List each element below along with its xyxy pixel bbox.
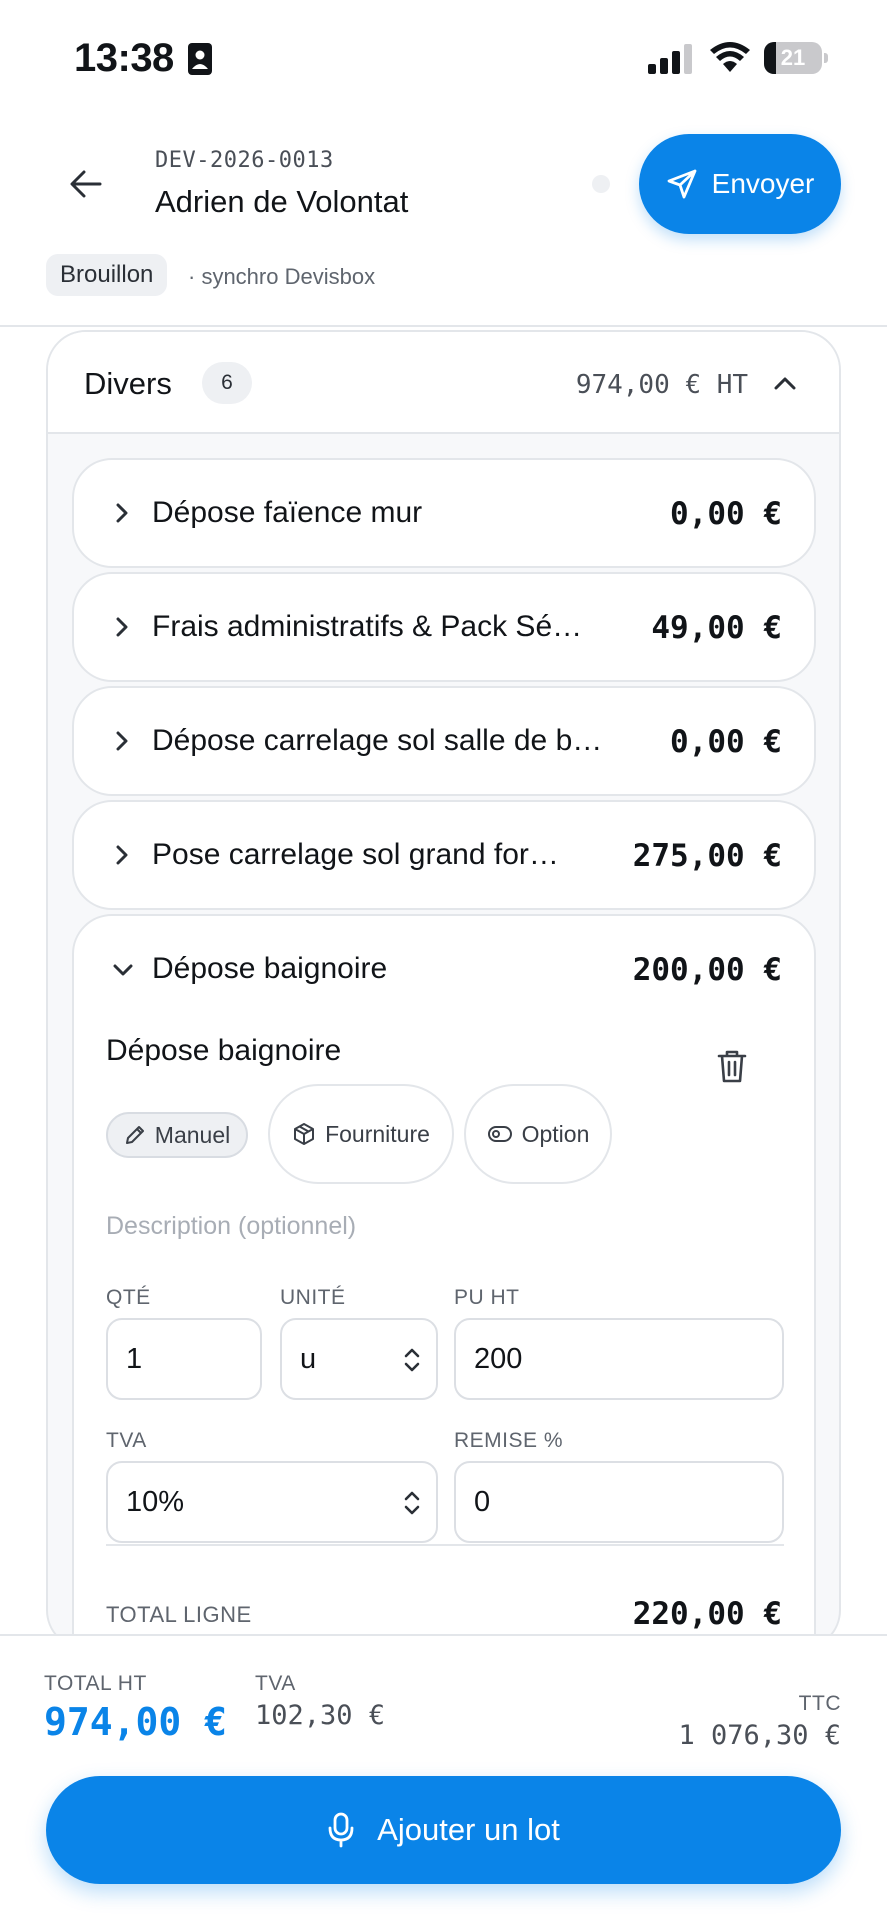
chevron-right-icon bbox=[116, 617, 128, 637]
sync-status-dot bbox=[592, 175, 610, 193]
chip-manuel-label: Manuel bbox=[154, 1121, 231, 1148]
line-row[interactable]: Pose carrelage sol grand for… 275,00 € bbox=[72, 800, 816, 910]
line-row[interactable]: Dépose carrelage sol salle de b… 0,00 € bbox=[72, 686, 816, 796]
line-label: Dépose faïence mur bbox=[152, 496, 423, 529]
ttc-label: TTC bbox=[798, 1692, 841, 1715]
tva-total-value: 102,30 € bbox=[255, 1700, 386, 1731]
chip-fourniture[interactable]: Fourniture bbox=[268, 1084, 454, 1184]
client-name: Adrien de Volontat bbox=[155, 184, 409, 219]
line-label: Pose carrelage sol grand for… bbox=[152, 838, 559, 871]
lot-header[interactable]: Divers 6 974,00 € HT bbox=[48, 332, 839, 434]
chip-option[interactable]: Option bbox=[464, 1084, 612, 1184]
unit-select[interactable]: u bbox=[280, 1318, 438, 1400]
line-amount: 200,00 € bbox=[632, 952, 782, 988]
total-ht-label: TOTAL HT bbox=[44, 1672, 147, 1695]
chip-fourniture-label: Fourniture bbox=[325, 1120, 430, 1147]
chevron-right-icon bbox=[116, 503, 128, 523]
chevron-down-icon[interactable] bbox=[110, 958, 136, 982]
description-input[interactable]: Description (optionnel) bbox=[106, 1212, 356, 1241]
add-lot-button[interactable]: Ajouter un lot bbox=[46, 1776, 841, 1884]
battery-icon: 21 bbox=[764, 42, 828, 74]
trash-icon[interactable] bbox=[716, 1048, 748, 1084]
pencil-icon bbox=[125, 1126, 144, 1144]
line-label: Dépose carrelage sol salle de b… bbox=[152, 724, 603, 757]
detail-divider bbox=[106, 1544, 784, 1546]
id-card-icon bbox=[188, 43, 212, 75]
lot-title: Divers bbox=[84, 366, 172, 401]
status-badge: Brouillon bbox=[46, 254, 168, 296]
sync-text: · synchro Devisbox bbox=[188, 264, 376, 289]
tva-total-label: TVA bbox=[255, 1672, 296, 1695]
tva-value: 10% bbox=[126, 1486, 185, 1518]
pu-input[interactable]: 200 bbox=[454, 1318, 784, 1400]
header-divider bbox=[0, 325, 887, 327]
line-amount: 49,00 € bbox=[651, 610, 782, 646]
line-label[interactable]: Dépose baignoire bbox=[152, 952, 387, 986]
send-icon bbox=[667, 169, 697, 199]
box-icon bbox=[294, 1123, 315, 1145]
total-line-label: TOTAL LIGNE bbox=[106, 1602, 252, 1627]
doc-number: DEV-2026-0013 bbox=[155, 148, 334, 173]
signal-icon bbox=[648, 44, 692, 74]
unit-value: u bbox=[300, 1343, 317, 1375]
chevron-up-icon[interactable] bbox=[770, 368, 800, 398]
chip-manuel[interactable]: Manuel bbox=[106, 1112, 248, 1158]
add-lot-label: Ajouter un lot bbox=[377, 1812, 560, 1847]
line-row[interactable]: Frais administratifs & Pack Sé… 49,00 € bbox=[72, 572, 816, 682]
tva-label: TVA bbox=[106, 1429, 147, 1452]
wifi-icon bbox=[710, 42, 750, 72]
battery-level: 21 bbox=[780, 45, 806, 70]
back-arrow-icon bbox=[70, 170, 102, 198]
totals-footer: TOTAL HT 974,00 € TVA 102,30 € TTC 1 076… bbox=[0, 1634, 887, 1920]
total-line-value: 220,00 € bbox=[632, 1596, 782, 1632]
line-amount: 0,00 € bbox=[670, 724, 782, 760]
back-button[interactable] bbox=[60, 158, 112, 210]
unit-label: UNITÉ bbox=[280, 1286, 346, 1309]
qty-label: QTÉ bbox=[106, 1286, 151, 1309]
status-bar: 13:38 21 bbox=[0, 0, 887, 110]
pu-label: PU HT bbox=[454, 1286, 520, 1309]
status-time: 13:38 bbox=[74, 36, 174, 80]
lot-count-badge: 6 bbox=[202, 362, 252, 404]
send-label: Envoyer bbox=[711, 168, 815, 199]
line-row[interactable]: Dépose faïence mur 0,00 € bbox=[72, 458, 816, 568]
remise-input[interactable]: 0 bbox=[454, 1461, 784, 1543]
line-amount: 0,00 € bbox=[670, 496, 782, 532]
remise-label: REMISE % bbox=[454, 1429, 564, 1452]
line-expanded: Dépose baignoire 200,00 € Dépose baignoi… bbox=[72, 914, 816, 1648]
lot-total: 974,00 € HT bbox=[575, 370, 748, 400]
chip-option-label: Option bbox=[521, 1120, 590, 1147]
eye-icon bbox=[487, 1126, 512, 1142]
line-amount: 275,00 € bbox=[632, 838, 782, 874]
select-arrows-icon bbox=[404, 1348, 420, 1372]
line-detail-title[interactable]: Dépose baignoire bbox=[106, 1034, 341, 1068]
qty-input[interactable]: 1 bbox=[106, 1318, 262, 1400]
tva-select[interactable]: 10% bbox=[106, 1461, 438, 1543]
lot-card: Divers 6 974,00 € HT Dépose faïence mur … bbox=[46, 330, 841, 1650]
send-button[interactable]: Envoyer bbox=[639, 134, 841, 234]
microphone-icon bbox=[328, 1812, 354, 1848]
line-label: Frais administratifs & Pack Sé… bbox=[152, 610, 583, 643]
chevron-right-icon bbox=[116, 731, 128, 751]
select-arrows-icon bbox=[404, 1491, 420, 1515]
ttc-value: 1 076,30 € bbox=[678, 1720, 841, 1751]
total-ht-value: 974,00 € bbox=[44, 1700, 228, 1744]
chevron-right-icon bbox=[116, 845, 128, 865]
